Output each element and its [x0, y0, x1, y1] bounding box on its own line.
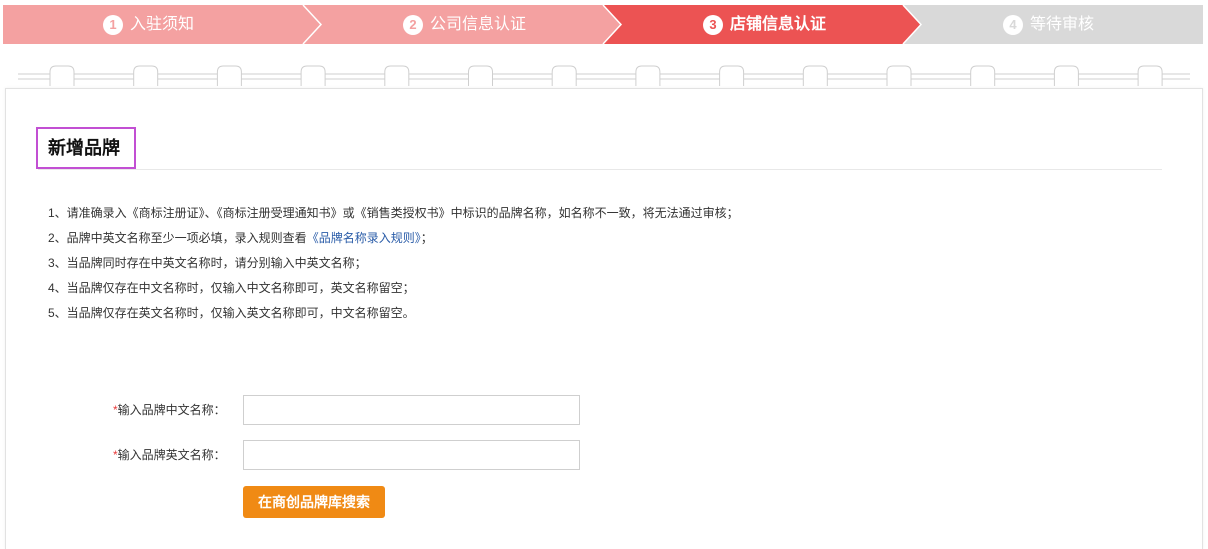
instruction-2-text: 2、品牌中英文名称至少一项必填，录入规则查看 [48, 231, 307, 245]
binder-rings [49, 65, 1163, 86]
step-2: 2 公司信息认证 [403, 5, 526, 44]
step-1-number: 1 [103, 14, 123, 35]
instruction-item-3: 3、当品牌同时存在中英文名称时，请分别输入中英文名称； [48, 256, 367, 270]
binder-ring-rail [18, 65, 1190, 86]
step-4: 4 等待审核 [1003, 5, 1094, 44]
step-1: 1 入驻须知 [103, 5, 194, 44]
brand-en-name-input[interactable] [243, 440, 580, 470]
binder-ring [216, 65, 242, 86]
instruction-item-1: 1、请准确录入《商标注册证》、《商标注册受理通知书》或《销售类授权书》中标识的品… [48, 206, 739, 220]
step-4-label: 等待审核 [1030, 16, 1095, 33]
instruction-2-end: ； [420, 231, 433, 245]
binder-ring [719, 65, 745, 86]
title-divider [38, 169, 1162, 170]
step-3-number: 3 [703, 14, 723, 35]
binder-ring [468, 65, 493, 86]
binder-ring [1053, 65, 1079, 86]
binder-ring [133, 65, 159, 86]
binder-ring [1137, 65, 1163, 86]
step-3-label: 店铺信息认证 [730, 16, 827, 33]
step-2-label: 公司信息认证 [430, 16, 527, 33]
binder-ring [635, 65, 661, 86]
brand-cn-name-input[interactable] [243, 395, 580, 425]
step-3: 3 店铺信息认证 [703, 5, 826, 44]
instruction-list: 1、请准确录入《商标注册证》、《商标注册受理通知书》或《销售类授权书》中标识的品… [48, 205, 739, 330]
binder-ring [384, 65, 410, 86]
binder-ring [970, 65, 996, 86]
instruction-item-4: 4、当品牌仅存在中文名称时，仅输入中文名称即可，英文名称留空； [48, 281, 415, 295]
step-2-number: 2 [403, 14, 423, 35]
brand-en-name-label-text: 输入品牌英文名称： [117, 448, 226, 462]
binder-ring [802, 65, 828, 86]
brand-name-rules-link[interactable]: 《品牌名称录入规则》 [307, 231, 421, 245]
binder-ring [886, 65, 912, 86]
brand-cn-name-label-text: 输入品牌中文名称： [117, 403, 226, 417]
instruction-item-5: 5、当品牌仅存在英文名称时，仅输入英文名称即可，中文名称留空。 [48, 306, 415, 320]
binder-ring [551, 65, 577, 86]
rail-lines [18, 73, 1190, 80]
step-1-label: 入驻须知 [130, 16, 195, 33]
brand-cn-name-label: *输入品牌中文名称： [113, 395, 231, 425]
binder-ring [300, 65, 326, 86]
step-progress-bar: 1 入驻须知 2 公司信息认证 3 店铺信息认证 4 等待审核 [3, 5, 1203, 44]
instruction-item-2: 2、品牌中英文名称至少一项必填，录入规则查看《品牌名称录入规则》； [48, 230, 739, 255]
step-4-number: 4 [1003, 14, 1023, 35]
brand-en-name-label: *输入品牌英文名称： [113, 440, 231, 470]
search-brand-library-button[interactable]: 在商创品牌库搜索 [243, 486, 385, 518]
page-title: 新增品牌 [36, 127, 136, 169]
binder-ring [49, 65, 75, 86]
